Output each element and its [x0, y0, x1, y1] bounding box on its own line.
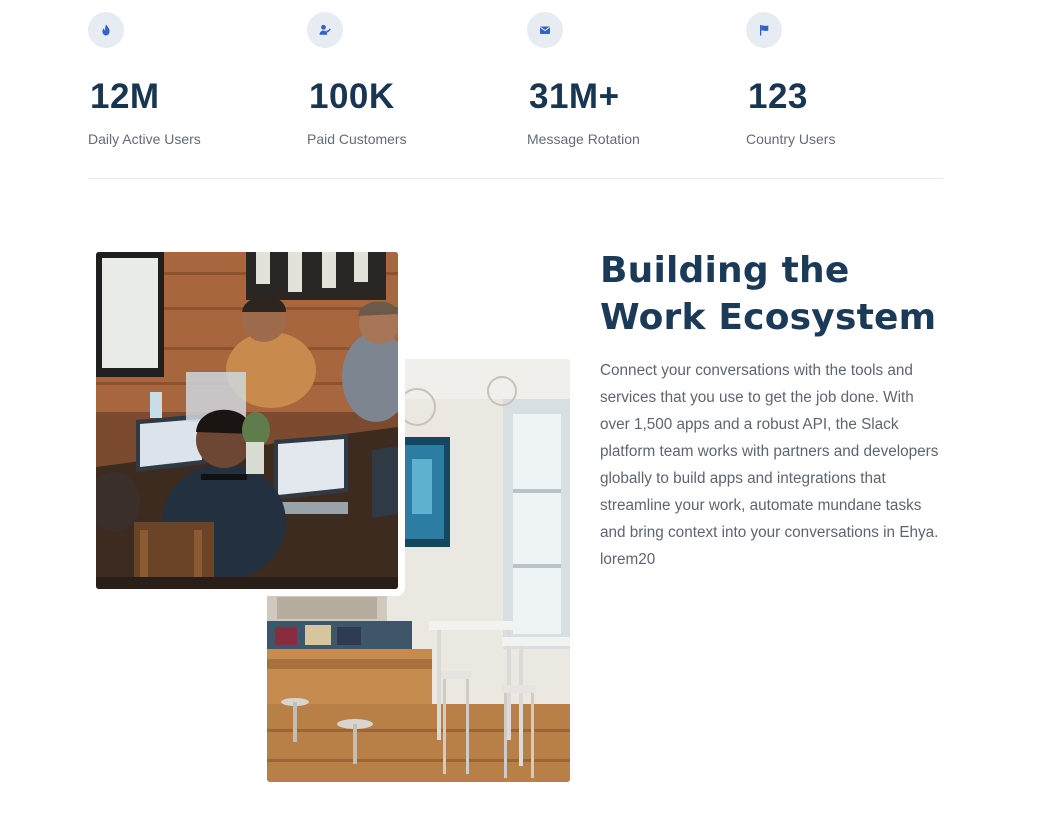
stats-section: 12M Daily Active Users 100K Paid Custome… — [88, 0, 943, 179]
user-check-icon — [307, 12, 343, 48]
envelope-icon — [527, 12, 563, 48]
stat-daily-active-users: 12M Daily Active Users — [88, 12, 288, 148]
stat-message-rotation: 31M+ Message Rotation — [527, 12, 727, 148]
stat-value: 123 — [748, 77, 808, 116]
stat-paid-customers: 100K Paid Customers — [307, 12, 507, 148]
stat-label: Message Rotation — [527, 131, 640, 147]
flag-icon — [746, 12, 782, 48]
stat-value: 100K — [309, 77, 395, 116]
stat-value: 12M — [90, 77, 160, 116]
section-description: Connect your conversations with the tool… — [600, 362, 939, 568]
stat-label: Daily Active Users — [88, 131, 201, 147]
headline-line-1: Building the — [600, 250, 850, 291]
team-meeting-photo — [96, 252, 398, 589]
headline-line-2: Work Ecosystem — [600, 297, 937, 338]
fire-icon — [88, 12, 124, 48]
stat-label: Country Users — [746, 131, 836, 147]
stat-label: Paid Customers — [307, 131, 407, 147]
stat-country-users: 123 Country Users — [746, 12, 946, 148]
stat-value: 31M+ — [529, 77, 620, 116]
section-headline: Building the Work Ecosystem — [600, 247, 1020, 341]
